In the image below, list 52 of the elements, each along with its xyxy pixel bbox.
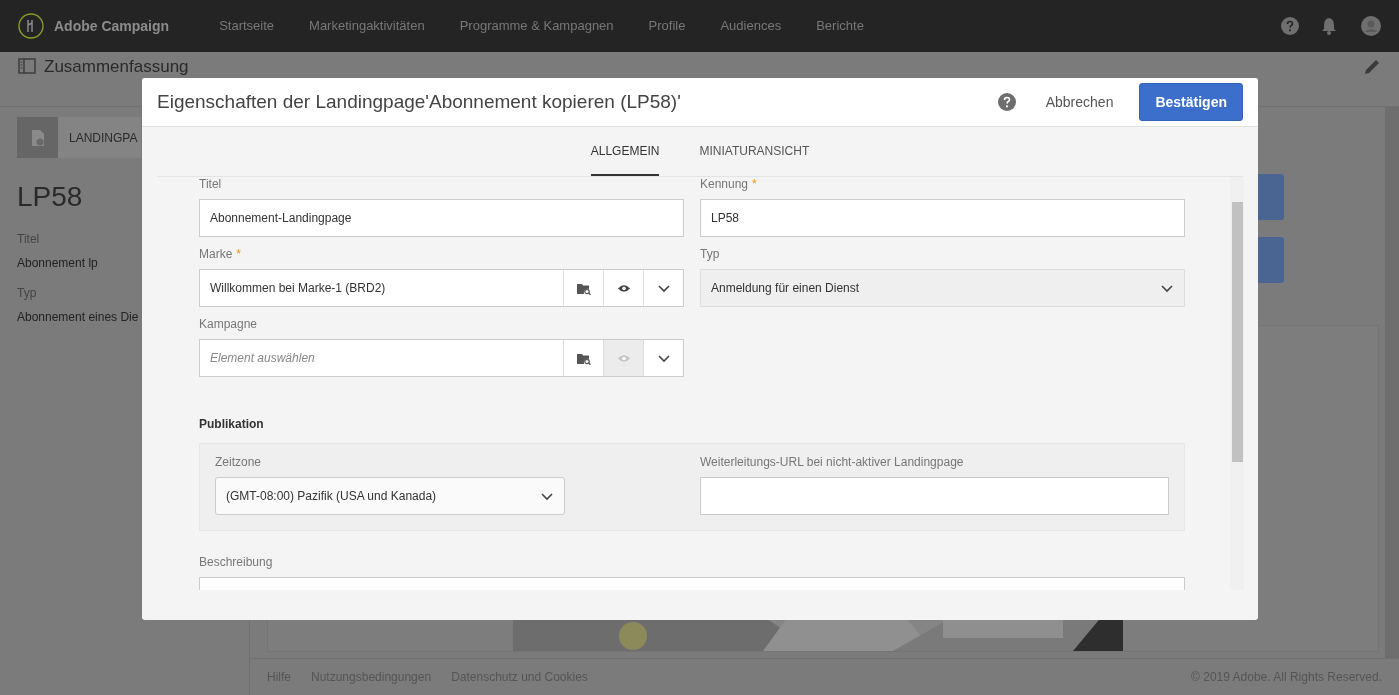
nav-link[interactable]: Profile — [648, 16, 686, 36]
picker-field[interactable]: Willkommen bei Marke-1 (BRD2) — [199, 269, 684, 307]
nav-link[interactable]: Programme & Kampagnen — [459, 16, 614, 36]
field-value: Abonnement eines Die — [17, 309, 139, 326]
chevron-down-icon — [656, 283, 671, 293]
landing-page-icon — [29, 128, 46, 147]
text-field[interactable]: LP58 — [700, 199, 1185, 237]
cancel-button[interactable]: Abbrechen — [1039, 90, 1120, 114]
text-field[interactable] — [700, 477, 1169, 515]
picker-field[interactable]: Element auswählen — [199, 339, 684, 377]
text-field[interactable]: Abonnement-Landingpage — [199, 199, 684, 237]
field-label: Kampagne — [199, 317, 258, 331]
chevron-down-icon — [656, 353, 671, 363]
logo-icon — [18, 13, 44, 39]
field-value: Abonnement lp — [17, 255, 98, 272]
field-label: Typ — [700, 247, 720, 261]
field-label: Zeitzone — [215, 455, 262, 469]
folder-search-icon — [576, 351, 591, 365]
help-icon[interactable] — [1281, 17, 1299, 35]
dropdown[interactable]: (GMT-08:00) Pazifik (USA und Kanada) — [215, 477, 565, 515]
field-label: Weiterleitungs-URL bei nicht-aktiver Landingpage — [700, 455, 964, 469]
nav-link[interactable]: Berichte — [816, 16, 864, 36]
pencil-icon[interactable] — [1363, 58, 1381, 76]
confirm-button[interactable]: Bestätigen — [1139, 83, 1243, 121]
nav-link[interactable]: Marketingaktivitäten — [309, 16, 425, 36]
field-label: Beschreibung — [199, 555, 273, 569]
section-heading: Publikation — [199, 416, 265, 433]
dropdown[interactable]: Anmeldung für einen Dienst — [700, 269, 1185, 307]
page-heading: Zusammenfassung — [44, 58, 189, 76]
tab[interactable]: MINIATURANSICHT — [699, 127, 810, 176]
sidebar-toggle-icon[interactable] — [18, 58, 36, 74]
scrollbar[interactable] — [1230, 177, 1244, 590]
chevron-down-icon — [1160, 283, 1174, 293]
tab[interactable]: ALLGEMEIN — [590, 127, 660, 176]
avatar-icon[interactable] — [1361, 16, 1381, 36]
record-id: LP58 — [17, 180, 83, 214]
notification-bell-icon[interactable] — [1321, 17, 1337, 35]
eye-icon — [616, 353, 631, 363]
field-label: Kennung — [700, 177, 749, 191]
field-label: Marke — [199, 247, 233, 261]
dialog-title: Eigenschaften der Landingpage'Abonnement kopieren (LP58)' — [157, 89, 682, 114]
field-label: Titel — [199, 177, 222, 191]
eye-icon — [616, 283, 631, 293]
type-label: LANDINGPA — [69, 129, 138, 147]
required-mark: * — [236, 247, 241, 261]
nav-link[interactable]: Audiences — [720, 16, 782, 36]
nav-link[interactable]: Startseite — [219, 16, 275, 36]
app-name: Adobe Campaign — [54, 16, 170, 36]
help-icon[interactable] — [997, 93, 1016, 111]
chevron-down-icon — [540, 491, 554, 501]
folder-search-icon — [576, 281, 591, 295]
required-mark: * — [752, 177, 757, 191]
